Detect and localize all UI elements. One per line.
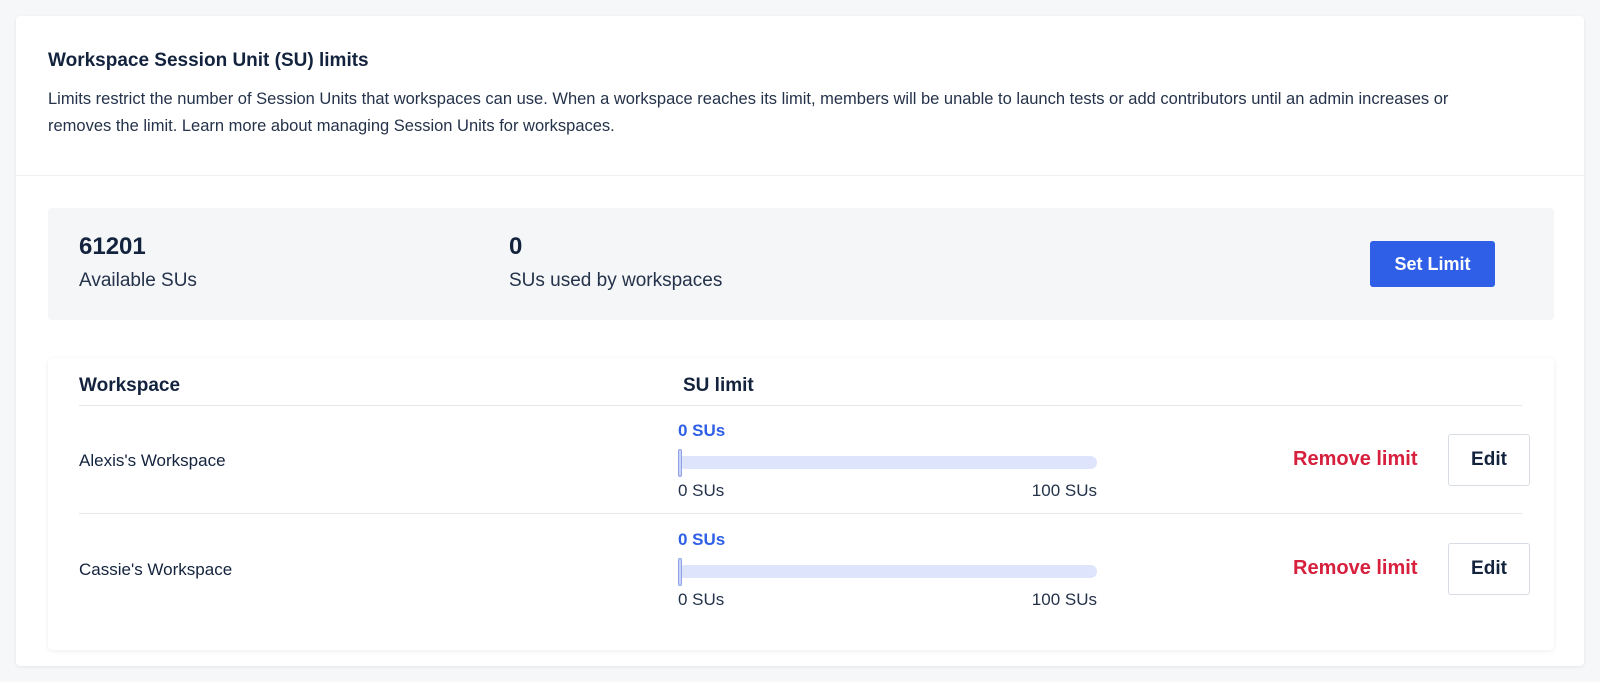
used-sus-value: 0 bbox=[509, 233, 523, 260]
slider-current-value: 0 SUs bbox=[678, 530, 726, 549]
su-limit-slider[interactable] bbox=[678, 449, 1097, 477]
card-header: Workspace Session Unit (SU) limits Limit… bbox=[16, 16, 1584, 176]
table-header: Workspace SU limit bbox=[79, 358, 1522, 406]
slider-thumb[interactable] bbox=[678, 449, 682, 477]
section-title: Workspace Session Unit (SU) limits bbox=[48, 50, 369, 71]
slider-max-label: 100 SUs bbox=[1031, 590, 1097, 609]
used-sus-stat: 0 SUs used by workspaces bbox=[509, 232, 722, 294]
set-limit-button[interactable]: Set Limit bbox=[1370, 241, 1495, 287]
available-sus-value: 61201 bbox=[79, 233, 146, 260]
su-limits-card: Workspace Session Unit (SU) limits Limit… bbox=[16, 16, 1584, 666]
workspace-name: Alexis's Workspace bbox=[79, 451, 226, 470]
available-sus-label: Available SUs bbox=[79, 270, 197, 291]
su-limit-slider[interactable] bbox=[678, 558, 1097, 586]
slider-max-label: 100 SUs bbox=[1031, 481, 1097, 500]
edit-button[interactable]: Edit bbox=[1448, 434, 1530, 486]
workspace-name: Cassie's Workspace bbox=[79, 560, 233, 579]
edit-button[interactable]: Edit bbox=[1448, 543, 1530, 595]
slider-current-value: 0 SUs bbox=[678, 421, 726, 440]
column-header-workspace: Workspace bbox=[79, 375, 181, 396]
slider-min-label: 0 SUs bbox=[678, 481, 725, 500]
slider-min-label: 0 SUs bbox=[678, 590, 725, 609]
table-row: Alexis's Workspace 0 SUs 0 SUs 100 SUs R… bbox=[79, 406, 1530, 514]
column-header-su-limit: SU limit bbox=[683, 375, 754, 396]
workspace-limits-table: Workspace SU limit Alexis's Workspace 0 … bbox=[48, 358, 1554, 650]
remove-limit-button[interactable]: Remove limit bbox=[1293, 555, 1417, 581]
section-description: Limits restrict the number of Session Un… bbox=[48, 90, 1449, 135]
su-summary-panel: 61201 Available SUs 0 SUs used by worksp… bbox=[48, 208, 1554, 320]
remove-limit-button[interactable]: Remove limit bbox=[1293, 446, 1417, 472]
available-sus-stat: 61201 Available SUs bbox=[79, 232, 197, 294]
slider-thumb[interactable] bbox=[678, 558, 682, 586]
table-row: Cassie's Workspace 0 SUs 0 SUs 100 SUs R… bbox=[79, 515, 1530, 623]
used-sus-label: SUs used by workspaces bbox=[509, 270, 723, 291]
